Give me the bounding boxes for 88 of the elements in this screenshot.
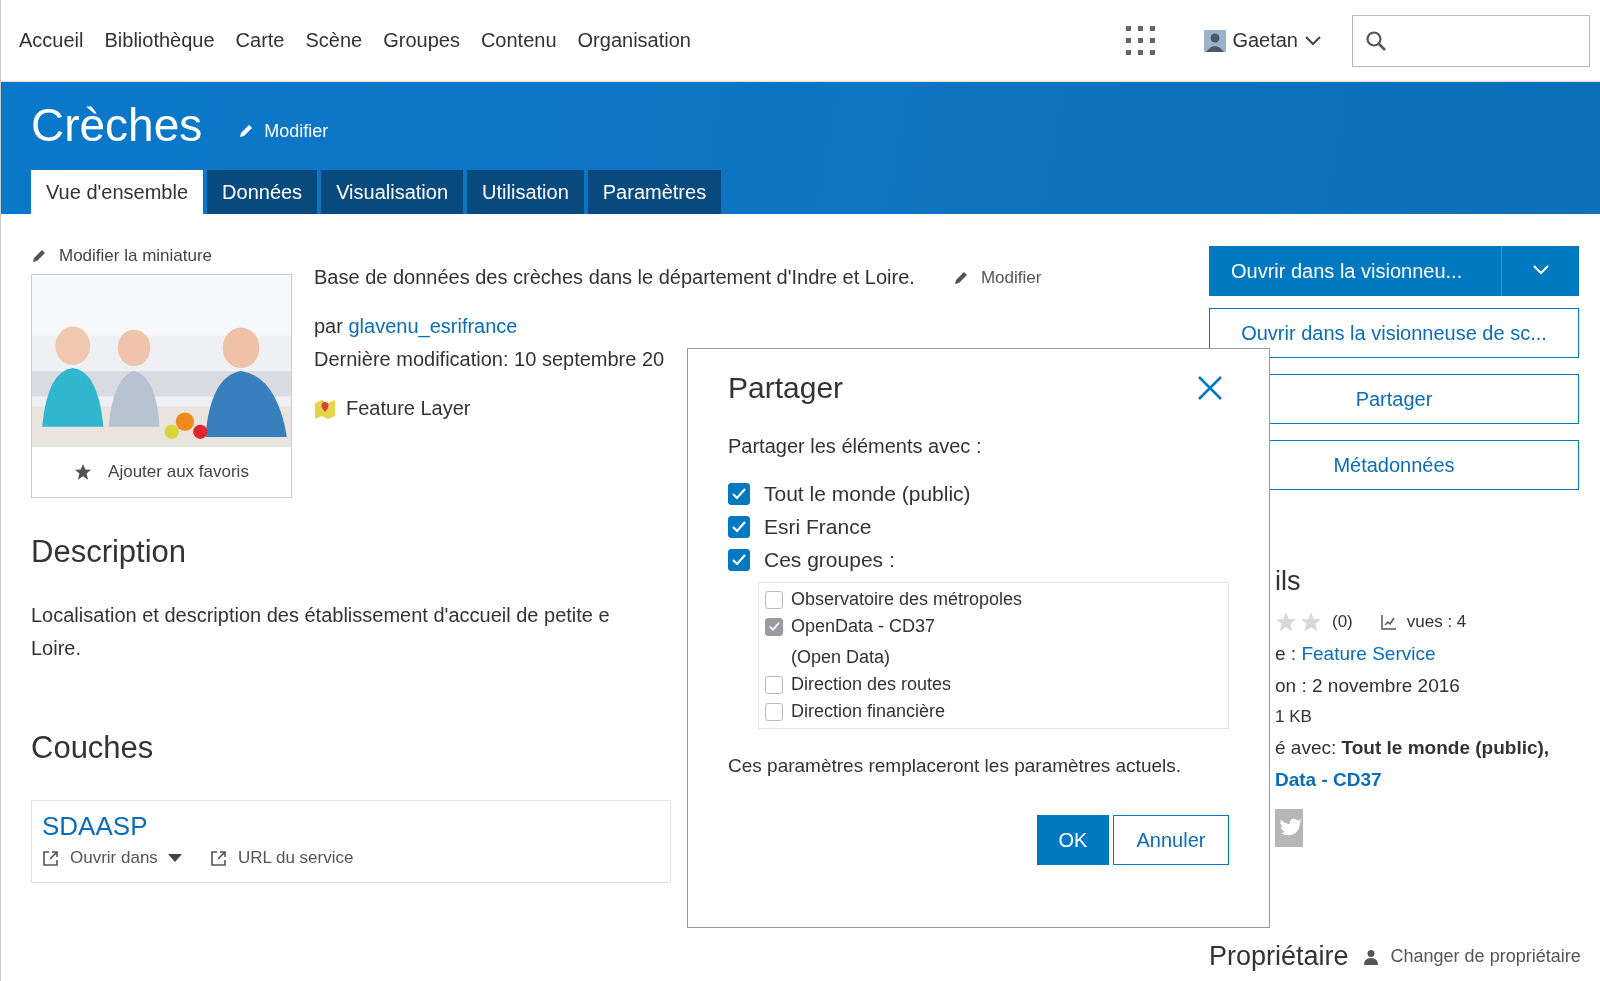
checkmark-icon [731, 520, 747, 534]
rating-count: (0) [1332, 612, 1353, 632]
option-label: Esri France [764, 515, 872, 539]
nav-link[interactable]: Groupes [383, 29, 460, 52]
size-text: 1 KB [1275, 707, 1312, 726]
checkmark-icon [767, 621, 781, 632]
open-viewer-button[interactable]: Ouvrir dans la visionneu... [1209, 246, 1501, 296]
last-modified-text: Dernière modification: 10 septembre 20 [314, 348, 665, 370]
avatar-icon [1204, 29, 1227, 52]
section-heading: ils [1275, 566, 1301, 597]
nav-link[interactable]: Scène [305, 29, 363, 52]
pencil-icon [952, 269, 969, 286]
apps-grid-icon[interactable] [1126, 25, 1157, 56]
tab[interactable]: Données [207, 170, 318, 214]
nav-link[interactable]: Carte [235, 29, 285, 52]
section-heading: Description [31, 534, 187, 570]
twitter-share-button[interactable] [1275, 809, 1303, 847]
search-field[interactable] [1352, 14, 1590, 67]
chevron-down-icon [1304, 34, 1322, 47]
star-icon [74, 463, 93, 481]
nav-link[interactable]: Bibliothèque [104, 29, 215, 52]
tab[interactable]: Visualisation [321, 170, 464, 214]
checkbox[interactable] [765, 702, 783, 721]
group-label: Direction financière [791, 701, 946, 722]
cancel-button[interactable]: Annuler [1113, 815, 1229, 865]
tab[interactable]: Vue d'ensemble [31, 170, 204, 214]
detail-label: e : [1275, 643, 1297, 664]
tab[interactable]: Utilisation [467, 170, 584, 214]
chevron-down-icon [1531, 263, 1550, 276]
edit-link[interactable]: Modifier [952, 267, 1042, 288]
group-note: (Open Data) [791, 647, 891, 667]
chart-icon [1380, 614, 1397, 630]
user-menu[interactable]: Gaetan [1204, 29, 1322, 52]
by-label: par [314, 315, 343, 337]
action-button[interactable]: Ouvrir dans la visionneuse de sc... [1209, 308, 1579, 358]
pencil-icon [238, 123, 255, 139]
nav-link[interactable]: Accueil [19, 29, 84, 52]
dropdown-button[interactable] [1501, 246, 1579, 296]
search-icon [1365, 29, 1387, 52]
tab[interactable]: Paramètres [587, 170, 722, 214]
dialog-title: Partager [728, 371, 844, 405]
group-label: Direction des routes [791, 674, 952, 695]
edit-link[interactable]: Modifier [238, 108, 329, 142]
option-label: Ces groupes : [764, 548, 895, 572]
item-title: Crèches [31, 98, 203, 152]
dialog-prompt: Partager les éléments avec : [728, 435, 982, 457]
checkmark-icon [731, 553, 747, 567]
map-layer-icon [314, 397, 336, 420]
view-count: vues : 4 [1406, 612, 1467, 632]
layer-link[interactable]: SDAASP [42, 811, 148, 841]
pencil-icon [31, 248, 47, 264]
owner-link[interactable]: glavenu_esrifrance [348, 315, 518, 337]
option-label: Tout le monde (public) [764, 482, 971, 506]
description-text: Loire. [31, 637, 82, 660]
person-icon [1362, 948, 1379, 965]
group-link[interactable]: Data - CD37 [1275, 769, 1382, 790]
section-heading: Propriétaire [1209, 941, 1349, 972]
description-text: Localisation et description des établissement d'accueil de petite e [31, 604, 610, 627]
shared-with-text: Tout le monde (public), [1341, 737, 1550, 758]
group-label: Observatoire des métropoles [791, 589, 1023, 610]
caret-down-icon [167, 853, 182, 863]
checkbox[interactable] [728, 549, 750, 571]
type-link[interactable]: Feature Service [1301, 643, 1436, 664]
checkbox[interactable] [765, 675, 783, 694]
change-owner-link[interactable]: Changer de propriétaire [1362, 946, 1581, 967]
edit-thumbnail-link[interactable]: Modifier la miniature [31, 246, 213, 266]
service-url-link[interactable]: URL du service [209, 848, 354, 868]
ok-button[interactable]: OK [1037, 815, 1109, 865]
detail-label: é avec: [1275, 737, 1337, 758]
external-link-icon [42, 849, 60, 867]
star-icon [1300, 611, 1322, 633]
external-link-icon [209, 849, 228, 867]
dialog-notice: Ces paramètres remplaceront les paramètres actuels. [728, 755, 1182, 776]
checkbox[interactable] [765, 590, 783, 609]
star-icon [1275, 611, 1297, 633]
creation-date-text: on : 2 novembre 2016 [1275, 675, 1460, 696]
section-heading: Couches [31, 730, 154, 766]
nav-link[interactable]: Contenu [480, 29, 557, 52]
group-label: OpenData - CD37 [791, 616, 936, 637]
close-icon[interactable] [1197, 375, 1223, 401]
open-in-menu[interactable]: Ouvrir dans [42, 848, 182, 868]
item-type: Feature Layer [346, 397, 471, 420]
bird-icon [1279, 818, 1303, 838]
checkbox[interactable] [728, 516, 750, 538]
item-summary: Base de données des crèches dans le département d'Indre et Loire. [314, 266, 915, 289]
checkbox[interactable] [728, 483, 750, 505]
nav-link[interactable]: Organisation [577, 29, 691, 52]
checkmark-icon [731, 487, 747, 501]
